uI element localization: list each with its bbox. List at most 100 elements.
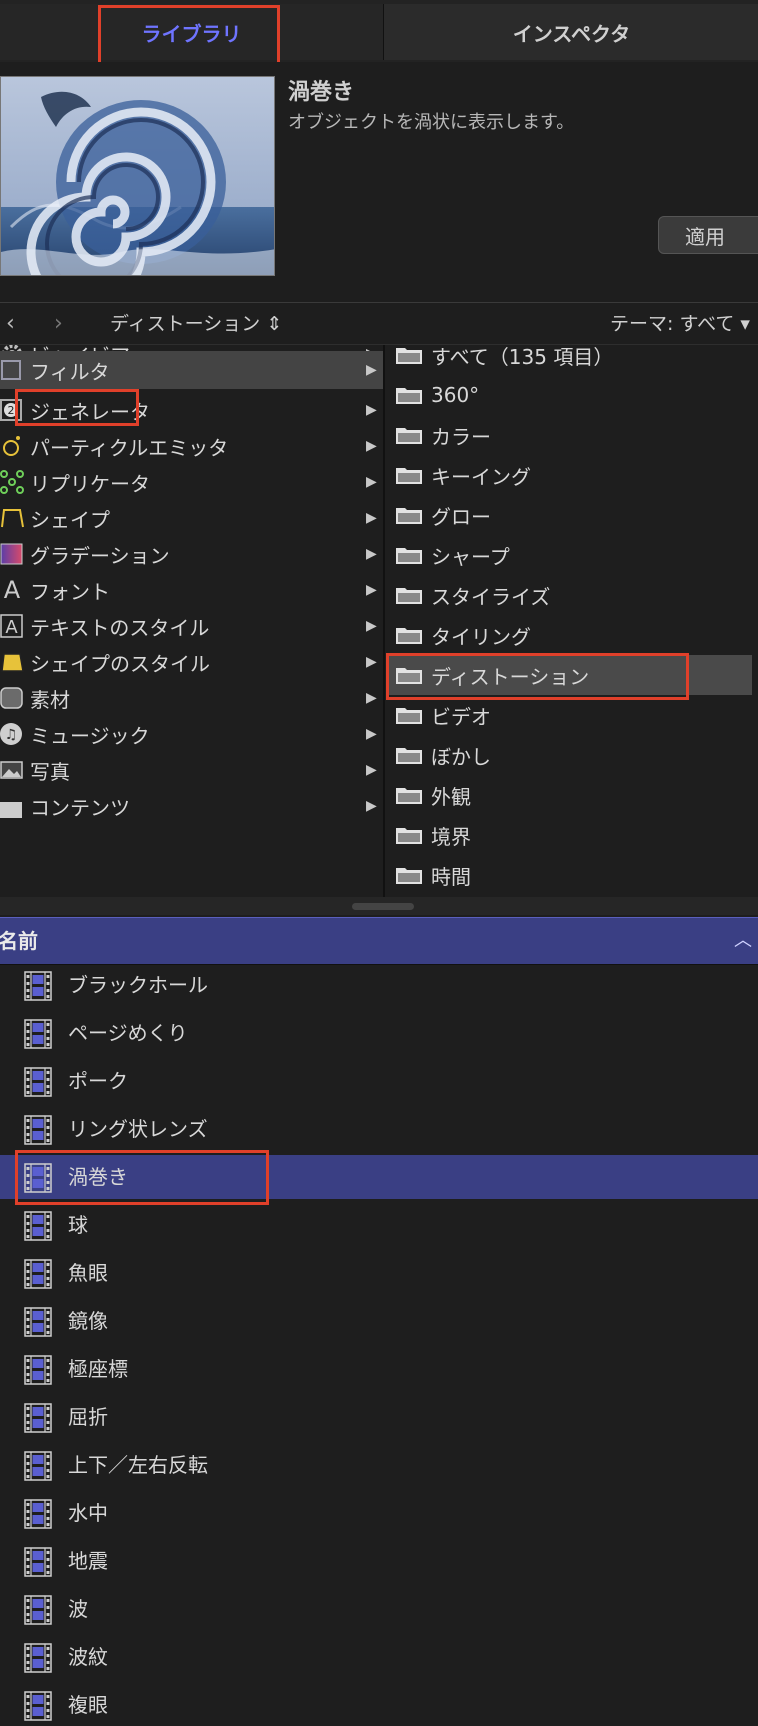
filter-label: 波 — [68, 1597, 88, 1621]
filter-item[interactable]: 極座標 — [0, 1347, 758, 1391]
category-item-music[interactable]: ♫ ミュージック ▶ — [0, 715, 383, 753]
folder-item[interactable]: グロー — [385, 495, 758, 535]
category-item-photos[interactable]: 写真 ▶ — [0, 751, 383, 789]
filter-item[interactable]: 上下／左右反転 — [0, 1443, 758, 1487]
film-filter-icon — [24, 1307, 52, 1337]
filter-label: 球 — [68, 1213, 88, 1237]
filter-item[interactable]: ポーク — [0, 1059, 758, 1103]
list-header[interactable]: 名前 ︿ — [0, 917, 758, 965]
forward-icon[interactable]: › — [54, 304, 63, 344]
folder-item[interactable]: 360° — [385, 375, 758, 415]
folder-item[interactable]: キーイング — [385, 455, 758, 495]
folder-label: 境界 — [431, 824, 471, 849]
disclosure-arrow-icon: ▶ — [366, 546, 377, 562]
text-style-icon: A — [0, 614, 24, 638]
category-item-materials[interactable]: 素材 ▶ — [0, 679, 383, 717]
disclosure-arrow-icon: ▶ — [366, 762, 377, 778]
film-filter-icon — [24, 1163, 52, 1193]
tab-bar: ライブラリ インスペクタ — [0, 0, 758, 63]
theme-popup[interactable]: テーマ: すべて ▾ — [610, 304, 750, 344]
shape-icon — [0, 506, 24, 530]
folder-label: グロー — [431, 504, 491, 529]
category-item-text-styles[interactable]: A テキストのスタイル ▶ — [0, 607, 383, 645]
filter-label: ポーク — [68, 1069, 128, 1093]
filter-item[interactable]: 球 — [0, 1203, 758, 1247]
folder-item-selected[interactable]: ディストーション — [385, 655, 758, 695]
photo-icon — [0, 758, 24, 782]
folder-item[interactable]: すべて（135 項目） — [385, 345, 758, 375]
apply-button[interactable]: 適用 — [658, 216, 758, 254]
path-popup[interactable]: ディストーション ⇕ — [110, 304, 282, 344]
folder-icon — [396, 868, 422, 884]
folder-icon — [396, 788, 422, 804]
font-icon: A — [3, 576, 21, 604]
tab-inspector[interactable]: インスペクタ — [383, 4, 758, 60]
tab-library[interactable]: ライブラリ — [0, 4, 383, 60]
folder-label: キーイング — [431, 464, 531, 489]
filter-label: 複眼 — [68, 1693, 108, 1717]
folder-item[interactable]: タイリング — [385, 615, 758, 655]
folder-item[interactable]: シャープ — [385, 535, 758, 575]
filter-item[interactable]: 水中 — [0, 1491, 758, 1535]
filter-item[interactable]: 鏡像 — [0, 1299, 758, 1343]
filter-item[interactable]: リング状レンズ — [0, 1107, 758, 1151]
folder-label: 時間 — [431, 864, 471, 889]
category-item-gradients[interactable]: グラデーション ▶ — [0, 535, 383, 573]
folder-label: タイリング — [431, 624, 531, 649]
folder-icon — [396, 588, 422, 604]
splitter-grip[interactable] — [352, 903, 414, 910]
category-item-particle-emitters[interactable]: パーティクルエミッタ ▶ — [0, 427, 383, 465]
category-item-filters[interactable]: フィルタ ▶ — [0, 351, 383, 389]
category-item-shape-styles[interactable]: シェイプのスタイル ▶ — [0, 643, 383, 681]
filter-item[interactable]: 複眼 — [0, 1683, 758, 1726]
browser-nav-bar: ‹ › ディストーション ⇕ テーマ: すべて ▾ — [0, 304, 758, 345]
preview-thumbnail — [0, 76, 275, 276]
folder-item[interactable]: スタイライズ — [385, 575, 758, 615]
category-item-shapes[interactable]: シェイプ ▶ — [0, 499, 383, 537]
material-icon — [0, 686, 24, 710]
category-label: ジェネレータ — [30, 399, 150, 424]
folder-item[interactable]: ぼかし — [385, 735, 758, 775]
category-item-content[interactable]: コンテンツ ▶ — [0, 787, 383, 825]
replicator-icon — [0, 470, 24, 494]
folder-label: シャープ — [431, 544, 510, 569]
svg-text:A: A — [5, 617, 18, 638]
filter-label: 水中 — [68, 1501, 108, 1525]
disclosure-arrow-icon: ▶ — [366, 474, 377, 490]
filter-item[interactable]: 屈折 — [0, 1395, 758, 1439]
folder-icon — [396, 668, 422, 684]
film-filter-icon — [24, 1067, 52, 1097]
folder-item[interactable]: ビデオ — [385, 695, 758, 735]
folder-item[interactable]: カラー — [385, 415, 758, 455]
category-item-fonts[interactable]: A フォント ▶ — [0, 571, 383, 609]
filter-item[interactable]: 地震 — [0, 1539, 758, 1583]
folder-label: 外観 — [431, 784, 471, 809]
film-filter-icon — [24, 1643, 52, 1673]
folder-item[interactable]: 境界 — [385, 815, 758, 855]
filter-item[interactable]: 波紋 — [0, 1635, 758, 1679]
folder-label: ディストーション — [431, 664, 590, 689]
category-label: フィルタ — [30, 359, 110, 384]
category-label: 素材 — [30, 687, 70, 712]
folder-item[interactable]: 時間 — [385, 855, 758, 895]
filter-label: 極座標 — [68, 1357, 128, 1381]
category-item-generators[interactable]: 2 ジェネレータ ▶ — [0, 391, 383, 429]
back-icon[interactable]: ‹ — [6, 304, 15, 344]
folder-label: ぼかし — [431, 744, 491, 769]
filter-item[interactable]: 波 — [0, 1587, 758, 1631]
folder-icon — [396, 348, 422, 364]
folder-item[interactable]: 外観 — [385, 775, 758, 815]
filter-item[interactable]: ページめくり — [0, 1011, 758, 1055]
film-filter-icon — [24, 1691, 52, 1721]
filter-label: 魚眼 — [68, 1261, 108, 1285]
category-item-replicators[interactable]: リプリケータ ▶ — [0, 463, 383, 501]
sort-chevron-icon[interactable]: ︿ — [734, 918, 752, 964]
filter-item[interactable]: ブラックホール — [0, 963, 758, 1007]
filter-item-selected[interactable]: 渦巻き — [0, 1155, 758, 1199]
category-label: グラデーション — [30, 543, 170, 568]
svg-text:2: 2 — [8, 404, 15, 417]
folder-label: すべて（135 項目） — [431, 345, 614, 369]
filter-item[interactable]: 魚眼 — [0, 1251, 758, 1295]
column-header-name[interactable]: 名前 — [0, 918, 38, 964]
disclosure-arrow-icon: ▶ — [366, 582, 377, 598]
